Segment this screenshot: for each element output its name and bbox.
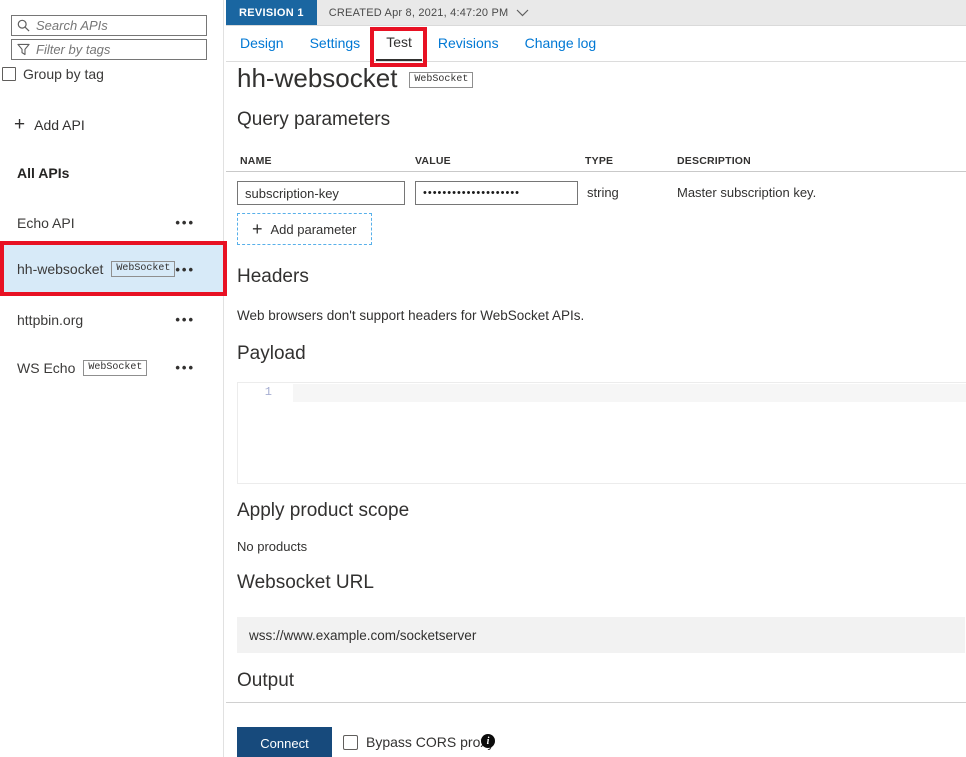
apply-product-scope-heading: Apply product scope [237,500,409,522]
websocket-url-heading: Websocket URL [237,572,374,594]
tab-bar: Design Settings Test Revisions Change lo… [226,25,966,62]
bypass-cors-checkbox[interactable] [343,735,358,750]
editor-current-line [293,384,966,402]
filter-by-tags-field[interactable] [11,39,207,60]
websocket-badge: WebSocket [83,360,147,376]
param-name-input[interactable] [237,181,405,205]
add-api-button[interactable]: + Add API [14,117,85,133]
query-parameters-heading: Query parameters [237,109,390,131]
payload-heading: Payload [237,343,306,365]
ellipsis-menu-icon[interactable]: ••• [175,262,195,277]
sidebar-item-httpbin[interactable]: httpbin.org ••• [0,297,223,342]
output-heading: Output [237,670,294,692]
all-apis-heading: All APIs [17,165,69,181]
api-item-label: hh-websocket [17,261,103,277]
search-apis-input[interactable] [36,18,201,33]
created-label: CREATED Apr 8, 2021, 4:47:20 PM [329,7,509,19]
editor-line-number: 1 [238,385,272,399]
api-item-label: httpbin.org [17,312,83,328]
websocket-badge: WebSocket [111,261,175,277]
websocket-url-text: wss://www.example.com/socketserver [249,628,476,643]
search-apis-field[interactable] [11,15,207,36]
payload-editor[interactable]: 1 [237,382,966,484]
api-item-label: Echo API [17,215,75,231]
revision-created-dropdown[interactable]: CREATED Apr 8, 2021, 4:47:20 PM [329,0,530,25]
tab-revisions[interactable]: Revisions [438,25,499,61]
column-header-type: TYPE [585,155,613,167]
group-by-tag-label: Group by tag [23,66,104,82]
tab-settings[interactable]: Settings [310,25,361,61]
websocket-url-value[interactable]: wss://www.example.com/socketserver [237,617,965,653]
ellipsis-menu-icon[interactable]: ••• [175,312,195,327]
filter-icon [17,43,30,56]
revision-bar: REVISION 1 CREATED Apr 8, 2021, 4:47:20 … [226,0,966,26]
websocket-badge: WebSocket [409,72,473,88]
tab-design[interactable]: Design [240,25,284,61]
page-title: hh-websocket [237,63,397,94]
sidebar-item-ws-echo[interactable]: WS Echo WebSocket ••• [0,345,223,390]
column-header-name: NAME [240,155,272,167]
tab-change-log[interactable]: Change log [525,25,597,61]
column-header-value: VALUE [415,155,451,167]
revision-chip: REVISION 1 [226,0,317,25]
plus-icon: + [14,118,25,132]
add-parameter-label: Add parameter [271,222,357,237]
tab-test[interactable]: Test [376,25,422,61]
ellipsis-menu-icon[interactable]: ••• [175,360,195,375]
param-description-text: Master subscription key. [677,185,816,200]
filter-by-tags-input[interactable] [36,42,201,57]
table-header-divider [226,171,966,172]
apim-test-console: Group by tag + Add API All APIs Echo API… [0,0,966,757]
param-type-text: string [587,185,619,200]
headers-heading: Headers [237,266,309,288]
chevron-down-icon [516,9,529,17]
plus-icon: + [252,219,263,240]
param-value-input[interactable] [415,181,578,205]
output-divider [226,702,966,703]
headers-message: Web browsers don't support headers for W… [237,308,584,323]
sidebar-item-hh-websocket[interactable]: hh-websocket WebSocket ••• [0,242,223,296]
api-item-label: WS Echo [17,360,75,376]
group-by-tag-checkbox[interactable] [2,67,16,81]
group-by-tag-row: Group by tag [2,66,104,82]
bypass-cors-label: Bypass CORS proxy [366,734,494,750]
search-icon [17,19,30,32]
connect-button[interactable]: Connect [237,727,332,757]
ellipsis-menu-icon[interactable]: ••• [175,215,195,230]
info-icon[interactable]: i [481,734,495,748]
no-products-text: No products [237,539,307,554]
api-sidebar: Group by tag + Add API All APIs Echo API… [0,0,224,757]
page-title-row: hh-websocket WebSocket [237,63,473,94]
sidebar-item-echo-api[interactable]: Echo API ••• [0,200,223,245]
add-parameter-button[interactable]: + Add parameter [237,213,372,245]
add-api-label: Add API [34,117,85,133]
column-header-description: DESCRIPTION [677,155,751,167]
